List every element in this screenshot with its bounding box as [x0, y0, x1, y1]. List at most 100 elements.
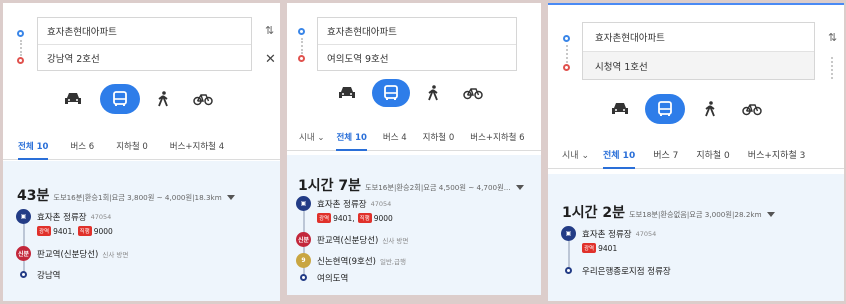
region-label: 시내: [562, 151, 579, 161]
tab-bus[interactable]: 버스 4: [383, 131, 407, 150]
transport-modes: [603, 94, 769, 124]
bus-routes: 광역 9401, 직행 9000: [317, 213, 393, 223]
route-number: 9401,: [53, 226, 75, 236]
tab-subway[interactable]: 지하철 0: [423, 131, 455, 150]
route-panel-3: 효자촌현대아파트 시청역 1호선 ⇅ 시내 ⌄ 전체 10 버스 7 지하철 0…: [548, 3, 844, 301]
travel-time: 43분: [17, 188, 50, 204]
stop-id: 47054: [90, 212, 112, 221]
end-marker-icon: [300, 274, 307, 281]
destination-marker-icon: [17, 57, 24, 64]
route-panel-1: 효자촌현대아파트 강남역 2호선 ⇅ ✕ 전체 10 버스 6 지하철 0 버스…: [3, 3, 280, 301]
sinbundang-line-icon: 신분: [16, 246, 31, 261]
walk-mode-button[interactable]: [148, 84, 178, 114]
region-dropdown[interactable]: 시내 ⌄: [562, 148, 589, 168]
walk-mode-button[interactable]: [695, 94, 725, 124]
origin-field[interactable]: 효자촌현대아파트: [583, 23, 814, 51]
destination-field[interactable]: 강남역 2호선: [38, 44, 251, 70]
bus-routes: 광역 9401: [582, 243, 617, 253]
tab-bus[interactable]: 버스 7: [653, 148, 678, 168]
destination-marker-icon: [563, 64, 570, 71]
transfer-count: 환승2회: [396, 183, 421, 192]
stop-name: 신논현역(9호선): [317, 256, 376, 267]
route-panel-2: 효자촌현대아파트 여의도역 9호선 시내 ⌄ 전체 10 버스 4 지하철 0 …: [287, 3, 541, 295]
stop-id: 47054: [635, 229, 657, 238]
end-marker-icon: [20, 271, 27, 278]
swap-icon[interactable]: ⇅: [828, 31, 837, 44]
scrollbar[interactable]: [831, 57, 833, 79]
car-mode-button[interactable]: [56, 84, 90, 114]
bicycle-icon: [193, 94, 213, 106]
tab-bus-subway[interactable]: 버스+지하철 3: [748, 148, 806, 168]
tab-all[interactable]: 전체 10: [336, 131, 368, 151]
travel-time: 1시간 7분: [298, 178, 361, 194]
distance: 18.3km: [194, 193, 222, 202]
transport-modes: [330, 79, 490, 107]
tab-bus-subway[interactable]: 버스+지하철 4: [170, 140, 224, 159]
car-mode-button[interactable]: [330, 79, 364, 107]
end-stop-name: 강남역: [37, 271, 61, 281]
address-box: 효자촌현대아파트 강남역 2호선: [37, 17, 252, 71]
route-summary: 1시간 7분 도보16분 | 환승2회 | 요금 4,500원 ~ 4,700원..…: [298, 175, 524, 195]
transit-mode-button[interactable]: [372, 79, 410, 107]
route-badge: 직행: [357, 213, 372, 223]
route-badge: 직행: [77, 226, 92, 236]
route-badge: 광역: [582, 243, 597, 253]
walk-time: 도보16분: [365, 183, 394, 192]
tab-bus-subway[interactable]: 버스+지하철 6: [470, 131, 524, 150]
expand-caret-icon[interactable]: [226, 195, 235, 200]
tab-all[interactable]: 전체 10: [602, 148, 636, 169]
walk-mode-button[interactable]: [418, 79, 448, 107]
tab-subway[interactable]: 지하철 0: [696, 148, 729, 168]
bike-mode-button[interactable]: [456, 79, 490, 107]
route-badge: 광역: [37, 226, 52, 236]
origin-field[interactable]: 효자촌현대아파트: [38, 18, 251, 44]
stop-name: 효자촌 정류장: [317, 199, 367, 210]
origin-field[interactable]: 효자촌현대아파트: [318, 18, 516, 44]
swap-icon[interactable]: ⇅: [265, 24, 274, 37]
destination-field[interactable]: 여의도역 9호선: [318, 44, 516, 70]
chevron-down-icon: ⌄: [581, 151, 589, 161]
bike-mode-button[interactable]: [186, 84, 220, 114]
stop-id: 47054: [370, 199, 392, 208]
bicycle-icon: [742, 104, 762, 116]
route-number: 9000: [373, 213, 393, 223]
tab-bus[interactable]: 버스 6: [70, 140, 94, 159]
car-icon: [339, 87, 355, 98]
route-tabs: 시내 ⌄ 전체 10 버스 4 지하철 0 버스+지하철 6: [287, 131, 541, 151]
tab-subway[interactable]: 지하철 0: [116, 140, 148, 159]
end-marker-icon: [565, 267, 572, 274]
stop-item: 9 신논현역(9호선) 일반,급행: [296, 253, 406, 268]
stop-name: 판교역(신분당선): [37, 249, 99, 260]
bus-icon: [384, 85, 398, 100]
bike-mode-button[interactable]: [735, 94, 769, 124]
walk-time: 도보16분: [53, 193, 83, 202]
address-box: 효자촌현대아파트 시청역 1호선: [582, 22, 815, 80]
route-number: 9401: [598, 243, 618, 253]
region-dropdown[interactable]: 시내 ⌄: [299, 131, 324, 150]
route-result[interactable]: 43분 도보16분 | 환승1회 | 요금 3,800원 ~ 4,000원 | 18.…: [3, 161, 280, 301]
route-result[interactable]: 1시간 2분 도보18분 | 환승없음 | 요금 3,000원 | 28.2km ▣ …: [548, 174, 844, 301]
transit-mode-button[interactable]: [100, 84, 140, 114]
expand-caret-icon[interactable]: [766, 212, 775, 217]
bus-icon: [113, 91, 127, 106]
stop-direction: 일반,급행: [379, 257, 406, 266]
tab-all[interactable]: 전체 10: [18, 140, 49, 160]
route-tabs: 시내 ⌄ 전체 10 버스 7 지하철 0 버스+지하철 3: [548, 148, 844, 169]
destination-field[interactable]: 시청역 1호선: [583, 51, 814, 79]
expand-caret-icon[interactable]: [515, 185, 524, 190]
stop-name: 효자촌 정류장: [37, 212, 87, 223]
route-number: 9401,: [333, 213, 355, 223]
route-result[interactable]: 1시간 7분 도보16분 | 환승2회 | 요금 4,500원 ~ 4,700원..…: [287, 155, 541, 295]
route-summary: 43분 도보16분 | 환승1회 | 요금 3,800원 ~ 4,000원 | 18.…: [17, 185, 235, 205]
transit-mode-button[interactable]: [645, 94, 685, 124]
sinbundang-line-icon: 신분: [296, 232, 311, 247]
car-icon: [612, 103, 628, 114]
stop-item: 신분 판교역(신분당선) 신사 방면: [296, 232, 408, 247]
bus-stop-icon: ▣: [296, 196, 311, 211]
close-icon[interactable]: ✕: [265, 52, 276, 67]
stop-item: ▣ 효자촌 정류장 47054: [16, 209, 111, 224]
distance: 28.2km: [734, 210, 762, 219]
route-number: 9000: [93, 226, 113, 236]
car-mode-button[interactable]: [603, 94, 637, 124]
route-connector: [566, 45, 568, 63]
